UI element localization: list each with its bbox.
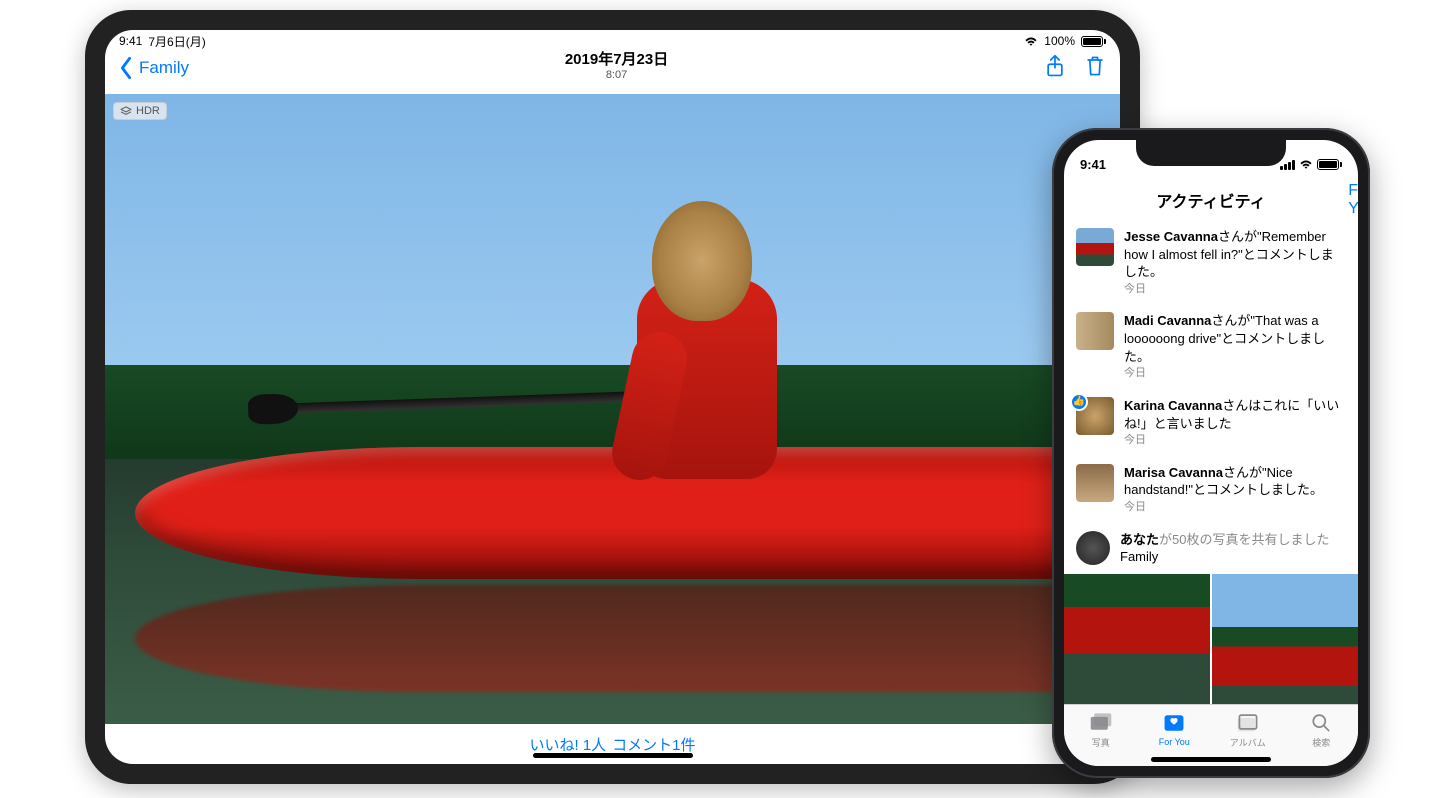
ipad-nav-bar: Family 2019年7月23日 8:07 — [105, 50, 1120, 94]
activity-when: 今日 — [1124, 433, 1346, 448]
tab-label: 写真 — [1092, 736, 1110, 749]
photo-viewer[interactable]: HDR — [105, 94, 1120, 724]
tab-label: アルバム — [1230, 736, 1266, 749]
search-icon — [1309, 711, 1333, 733]
tab-albums[interactable]: アルバム — [1211, 705, 1285, 754]
albums-icon — [1236, 711, 1260, 733]
comments-count: コメント1件 — [612, 734, 695, 755]
photo-time: 8:07 — [189, 69, 1044, 81]
like-badge-icon: 👍 — [1070, 393, 1088, 411]
layers-icon — [120, 106, 132, 116]
photo-footer[interactable]: いいね! 1人 コメント1件 — [105, 724, 1120, 764]
iphone-nav-bar: For You アクティビティ — [1064, 180, 1358, 220]
share-thumb[interactable] — [1212, 574, 1358, 704]
home-indicator[interactable] — [1151, 757, 1271, 762]
chevron-left-icon — [1073, 140, 1078, 141]
activity-row[interactable]: 👍 Karina Cavannaさんはこれに「いいね!」と言いました 今日 — [1064, 389, 1358, 456]
iphone-notch — [1136, 140, 1286, 166]
ipad-status-date: 7月6日(月) — [148, 33, 205, 50]
tab-label: For You — [1159, 737, 1190, 747]
activity-row[interactable]: Jesse Cavannaさんが"Remember how I almost f… — [1064, 220, 1358, 304]
back-label: Family — [139, 58, 189, 78]
share-album: Family — [1120, 548, 1329, 566]
activity-row[interactable]: Madi Cavannaさんが"That was a loooooong dri… — [1064, 304, 1358, 388]
tab-search[interactable]: 検索 — [1285, 705, 1359, 754]
ipad-screen: 9:41 7月6日(月) 100% Family 2019年7月23日 8:07 — [105, 30, 1120, 764]
share-text: が50枚の写真を共有しました — [1159, 532, 1329, 547]
wifi-icon — [1024, 36, 1038, 47]
avatar — [1076, 531, 1110, 565]
ipad-status-bar: 9:41 7月6日(月) 100% — [105, 30, 1120, 50]
trash-icon[interactable] — [1084, 54, 1106, 78]
battery-icon — [1081, 36, 1106, 47]
activity-user: Karina Cavanna — [1124, 398, 1222, 413]
share-grid[interactable] — [1064, 574, 1358, 704]
share-thumb[interactable] — [1064, 574, 1210, 704]
iphone-device: 9:41 For You アクティビティ Jesse Cavannaさんが"Re… — [1052, 128, 1370, 778]
activity-when: 今日 — [1124, 282, 1346, 297]
share-header[interactable]: あなたが50枚の写真を共有しました Family — [1064, 523, 1358, 574]
activity-thumb — [1076, 228, 1114, 266]
activity-list[interactable]: Jesse Cavannaさんが"Remember how I almost f… — [1064, 220, 1358, 704]
activity-when: 今日 — [1124, 500, 1346, 515]
activity-thumb — [1076, 312, 1114, 350]
activity-user: Marisa Cavanna — [1124, 465, 1223, 480]
tab-foryou[interactable]: For You — [1138, 705, 1212, 754]
tab-label: 検索 — [1312, 736, 1330, 749]
foryou-icon — [1162, 712, 1186, 734]
photo-date: 2019年7月23日 — [189, 52, 1044, 69]
activity-user: Jesse Cavanna — [1124, 229, 1218, 244]
iphone-screen: 9:41 For You アクティビティ Jesse Cavannaさんが"Re… — [1064, 140, 1358, 766]
back-button[interactable]: Family — [115, 50, 189, 80]
photo-person — [602, 201, 782, 501]
tab-photos[interactable]: 写真 — [1064, 705, 1138, 754]
home-indicator[interactable] — [533, 753, 693, 758]
chevron-left-icon — [115, 56, 137, 80]
hdr-label: HDR — [136, 105, 160, 117]
likes-count: いいね! 1人 — [529, 734, 606, 755]
ipad-device: 9:41 7月6日(月) 100% Family 2019年7月23日 8:07 — [85, 10, 1140, 784]
share-you: あなた — [1120, 532, 1159, 547]
activity-when: 今日 — [1124, 366, 1346, 381]
ipad-battery-pct: 100% — [1044, 34, 1075, 48]
activity-row[interactable]: Marisa Cavannaさんが"Nice handstand!"とコメントし… — [1064, 456, 1358, 523]
activity-user: Madi Cavanna — [1124, 313, 1211, 328]
activity-thumb — [1076, 464, 1114, 502]
hdr-badge: HDR — [113, 102, 167, 120]
share-icon[interactable] — [1044, 54, 1066, 78]
photos-icon — [1089, 711, 1113, 733]
ipad-status-time: 9:41 — [119, 34, 142, 48]
back-label: For You — [1348, 182, 1358, 218]
